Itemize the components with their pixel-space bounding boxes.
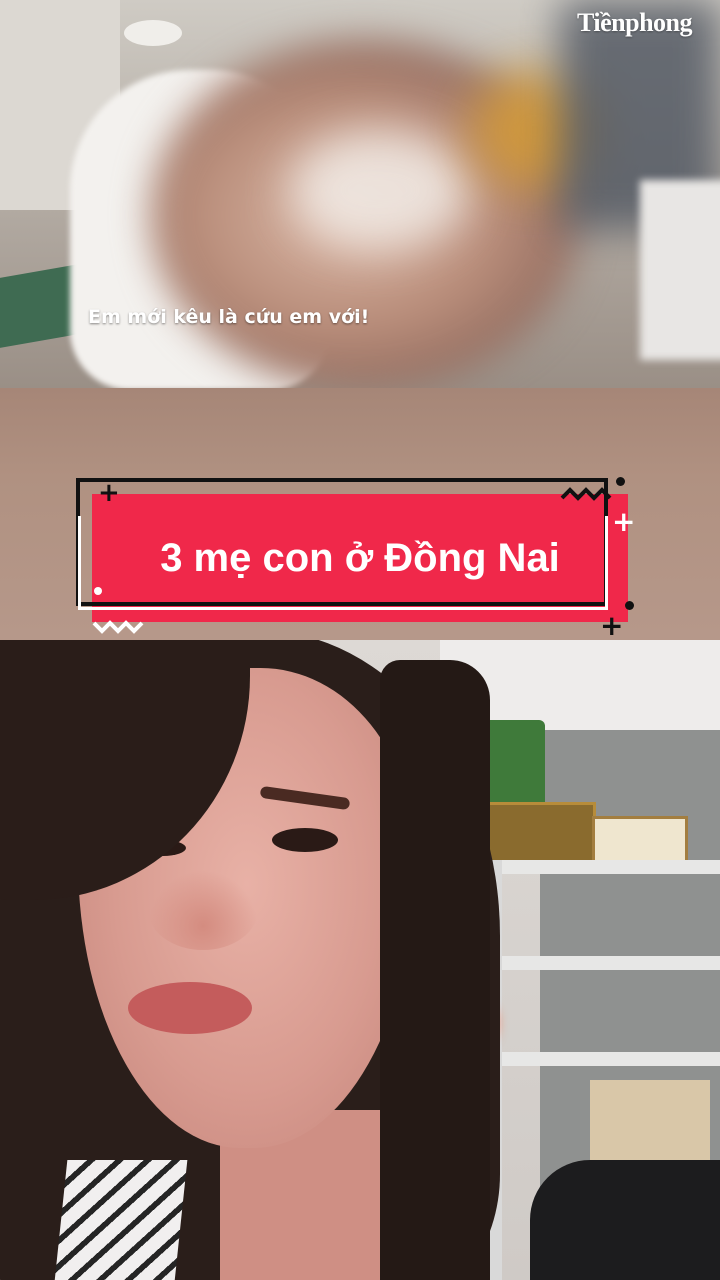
title-text: 3 mẹ con ở Đồng Nai: [160, 535, 560, 580]
top-video-frame: Em mới kêu là cứu em với! Tiềnphong: [0, 0, 720, 388]
person-eye: [272, 828, 338, 852]
dot-icon: [94, 587, 102, 595]
dot-icon: [625, 601, 634, 610]
plus-icon: +: [98, 478, 120, 508]
blurred-region-highlight: [290, 130, 470, 250]
background-stand: [124, 20, 182, 46]
person-lips: [128, 982, 252, 1034]
background-picture-frame: [478, 802, 596, 866]
zigzag-icon: [92, 620, 144, 634]
person-striped-collar: [52, 1160, 188, 1280]
bed-sheet: [640, 180, 720, 360]
plus-icon: +: [600, 609, 624, 642]
person-nose: [148, 870, 258, 950]
dot-icon: [616, 477, 625, 486]
video-subtitle: Em mới kêu là cứu em với!: [88, 306, 370, 328]
zigzag-icon: [560, 487, 612, 501]
plus-icon: +: [612, 505, 636, 538]
brand-logo: Tiềnphong: [577, 8, 692, 37]
background-boxes: [590, 1080, 710, 1170]
bottom-video-frame: [0, 640, 720, 1280]
background-motorbike: [530, 1160, 720, 1280]
title-card: 3 mẹ con ở Đồng Nai: [74, 476, 640, 636]
person-hair-side: [380, 660, 490, 1280]
